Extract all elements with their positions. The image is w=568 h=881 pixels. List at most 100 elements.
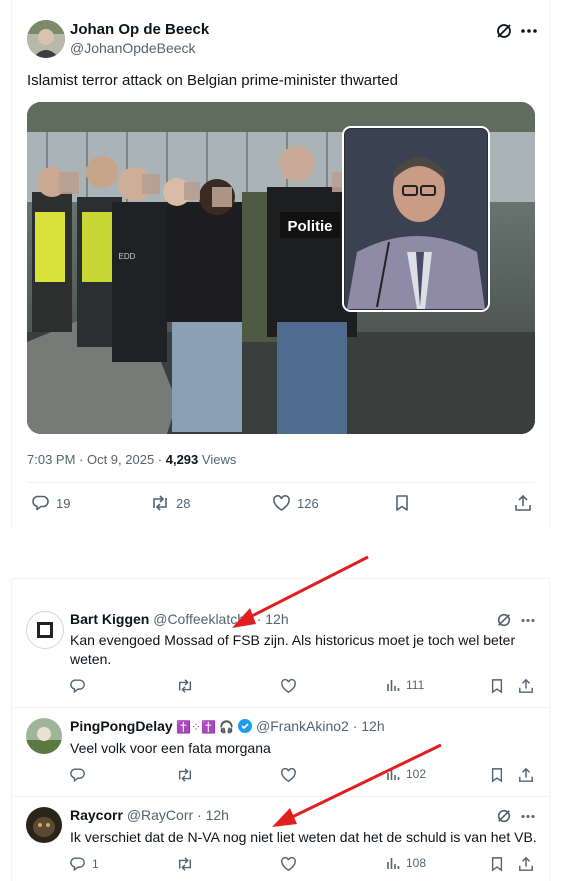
bookmark-icon	[491, 857, 503, 872]
bookmark-icon	[491, 679, 503, 694]
reply-actions: 111	[70, 678, 540, 698]
reply-item[interactable]: Raycorr @RayCorr · 12h Ik verschiet dat …	[12, 797, 549, 881]
views-button[interactable]: 111	[386, 678, 424, 692]
views-count: 108	[406, 856, 427, 870]
share-button[interactable]	[518, 678, 534, 694]
reply-icon	[70, 857, 85, 872]
reply-item[interactable]: Bart Kiggen @Coffeeklatche · 12h Kan eve…	[12, 599, 549, 708]
tweet-photo-image: Politie EDD	[27, 102, 535, 434]
reply-author-name[interactable]: Bart Kiggen	[70, 611, 149, 627]
reply-button[interactable]: 1	[70, 856, 99, 872]
verified-icon	[238, 719, 253, 733]
author-handle[interactable]: @JohanOpdeBeeck	[70, 40, 196, 56]
share-icon	[519, 767, 533, 782]
like-count: 126	[297, 495, 319, 511]
views-button[interactable]: 108	[386, 856, 426, 870]
politie-badge: Politie	[287, 218, 332, 235]
grok-icon[interactable]	[494, 806, 514, 826]
tweet-text: Islamist terror attack on Belgian prime-…	[27, 72, 398, 89]
reply-avatar-image	[26, 807, 62, 843]
share-icon	[519, 678, 533, 693]
reply-button[interactable]	[70, 767, 92, 783]
author-avatar[interactable]	[27, 20, 65, 58]
reply-time[interactable]: · 12h	[253, 611, 289, 627]
share-icon	[519, 856, 533, 871]
reply-count: 19	[56, 495, 71, 511]
reply-button[interactable]	[70, 678, 92, 694]
views-count: 102	[406, 767, 427, 781]
author-name[interactable]: Johan Op de Beeck	[70, 21, 209, 38]
bookmark-button[interactable]	[490, 678, 504, 694]
repost-button[interactable]	[176, 767, 194, 783]
edd-vest-label: EDD	[119, 252, 136, 261]
reply-avatar[interactable]	[26, 718, 62, 754]
reply-text: Ik verschiet dat de N-VA nog niet liet w…	[70, 829, 537, 845]
grok-icon[interactable]	[494, 610, 514, 630]
views-icon	[387, 858, 400, 869]
bookmark-button[interactable]	[490, 856, 504, 872]
views-icon	[387, 769, 400, 780]
share-button[interactable]	[514, 494, 532, 512]
share-button[interactable]	[518, 767, 534, 783]
reply-author-handle[interactable]: @Coffeeklatche	[153, 611, 253, 627]
repost-icon	[178, 768, 192, 782]
more-icon[interactable]	[518, 610, 538, 630]
reply-button[interactable]: 19	[32, 494, 70, 512]
reply-avatar-image	[26, 718, 62, 754]
tweet-photo[interactable]: Politie EDD	[27, 102, 535, 434]
repost-count: 28	[176, 495, 191, 511]
views-label: Views	[198, 452, 237, 467]
like-button[interactable]	[280, 767, 297, 783]
reply-text: Veel volk voor een fata morgana	[70, 740, 271, 756]
views-icon	[387, 680, 400, 691]
repost-button[interactable]	[176, 856, 194, 872]
reply-actions: 1 108	[70, 856, 540, 876]
repost-icon	[178, 857, 192, 871]
reply-text: Kan evengoed Mossad of FSB zijn. Als his…	[70, 632, 516, 667]
reply-avatar[interactable]	[26, 611, 64, 649]
like-icon	[281, 767, 296, 783]
reply-avatar-image	[37, 622, 53, 638]
more-icon[interactable]	[518, 20, 540, 42]
reply-author-name[interactable]: PingPongDelay	[70, 718, 173, 734]
views-count: 4,293	[165, 452, 199, 467]
reply-icon	[70, 768, 85, 783]
reply-time[interactable]: · 12h	[349, 718, 385, 734]
main-tweet: Johan Op de Beeck @JohanOpdeBeeck Islami…	[11, 0, 550, 528]
bookmark-button[interactable]	[394, 494, 410, 512]
reply-author-name[interactable]: Raycorr	[70, 807, 123, 823]
views-count: 111	[406, 678, 425, 692]
like-icon	[273, 495, 290, 511]
repost-icon	[178, 679, 192, 693]
tweet-timestamp[interactable]: 7:03 PM · Oct 9, 2025 · 4,293 Views	[27, 452, 236, 467]
reply-count: 1	[92, 857, 99, 871]
reply-avatar[interactable]	[26, 807, 62, 843]
tweet-time[interactable]: 7:03 PM · Oct 9, 2025 ·	[27, 452, 166, 467]
reply-actions: 102	[70, 767, 540, 787]
like-button[interactable]: 126	[272, 494, 319, 512]
like-icon	[281, 678, 296, 694]
bookmark-icon	[396, 495, 408, 511]
reply-item[interactable]: PingPongDelay ✝️⁘✝️ 🎧 @FrankAkino2 · 12h…	[12, 708, 549, 797]
name-emoji: ✝️⁘✝️ 🎧	[172, 720, 235, 734]
like-button[interactable]	[280, 678, 297, 694]
share-button[interactable]	[518, 856, 534, 872]
bookmark-button[interactable]	[490, 767, 504, 783]
share-icon	[515, 494, 531, 511]
reply-time[interactable]: · 12h	[193, 807, 229, 823]
more-icon[interactable]	[518, 806, 538, 826]
like-icon	[281, 856, 296, 872]
repost-button[interactable]: 28	[150, 494, 190, 512]
reply-header: Raycorr @RayCorr · 12h	[70, 807, 229, 823]
like-button[interactable]	[280, 856, 297, 872]
bookmark-icon	[491, 768, 503, 783]
reply-icon	[70, 679, 85, 694]
reply-author-handle[interactable]: @RayCorr	[127, 807, 193, 823]
views-button[interactable]: 102	[386, 767, 426, 781]
author-avatar-image	[27, 20, 65, 58]
reply-author-handle[interactable]: @FrankAkino2	[256, 718, 349, 734]
reply-header: Bart Kiggen @Coffeeklatche · 12h	[70, 611, 289, 627]
replies-list: Bart Kiggen @Coffeeklatche · 12h Kan eve…	[11, 578, 550, 881]
repost-button[interactable]	[176, 678, 194, 694]
grok-icon[interactable]	[493, 20, 515, 42]
